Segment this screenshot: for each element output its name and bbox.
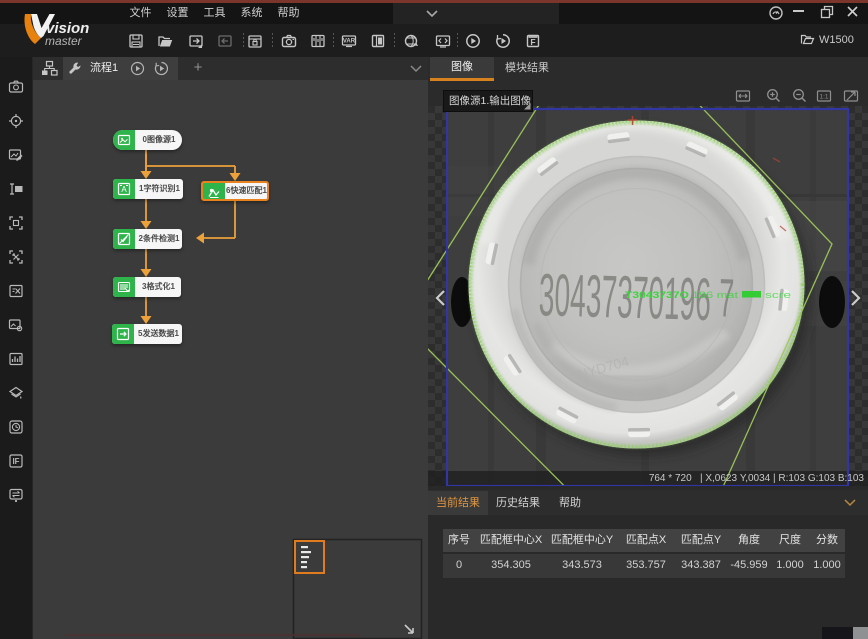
svg-text:196 mat: 196 mat [692,290,739,300]
svg-text:scre: scre [765,290,791,300]
svg-text:F: F [530,37,535,47]
svg-text:T3043737O: T3043737O [625,290,689,300]
svg-text:A: A [121,185,127,194]
svg-text:1:1: 1:1 [819,94,828,101]
svg-text:IF: IF [12,457,19,466]
svg-text:master: master [45,34,83,48]
svg-text:VAR: VAR [343,39,356,45]
